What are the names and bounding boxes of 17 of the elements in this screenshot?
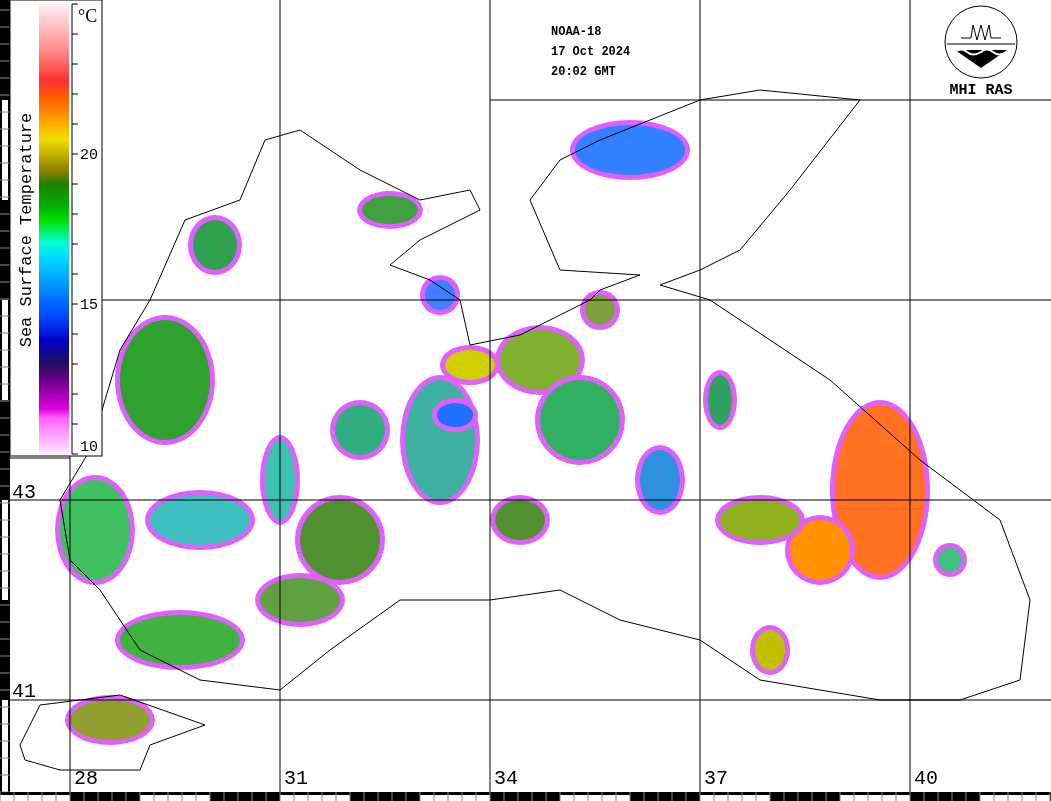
unit-label: °C — [78, 6, 98, 26]
tick-label: 20 — [80, 147, 98, 164]
longitude-label: 40 — [914, 767, 938, 790]
institute-logo-icon — [944, 5, 1018, 79]
time-label: 20:02 GMT — [551, 65, 616, 79]
tick-label: 10 — [80, 439, 98, 456]
tick-label: 15 — [80, 297, 98, 314]
latitude-label: 43 — [12, 481, 36, 504]
longitude-label: 28 — [74, 767, 98, 790]
color-scale-title: Sea Surface Temperature — [17, 112, 36, 348]
latitude-label: 41 — [12, 680, 36, 703]
longitude-label: 31 — [284, 767, 308, 790]
date-label: 17 Oct 2024 — [551, 45, 631, 59]
logo-text: MHI RAS — [949, 82, 1013, 99]
longitude-label: 37 — [704, 767, 728, 790]
longitude-label: 34 — [494, 767, 518, 790]
satellite-name: NOAA-18 — [551, 25, 602, 39]
